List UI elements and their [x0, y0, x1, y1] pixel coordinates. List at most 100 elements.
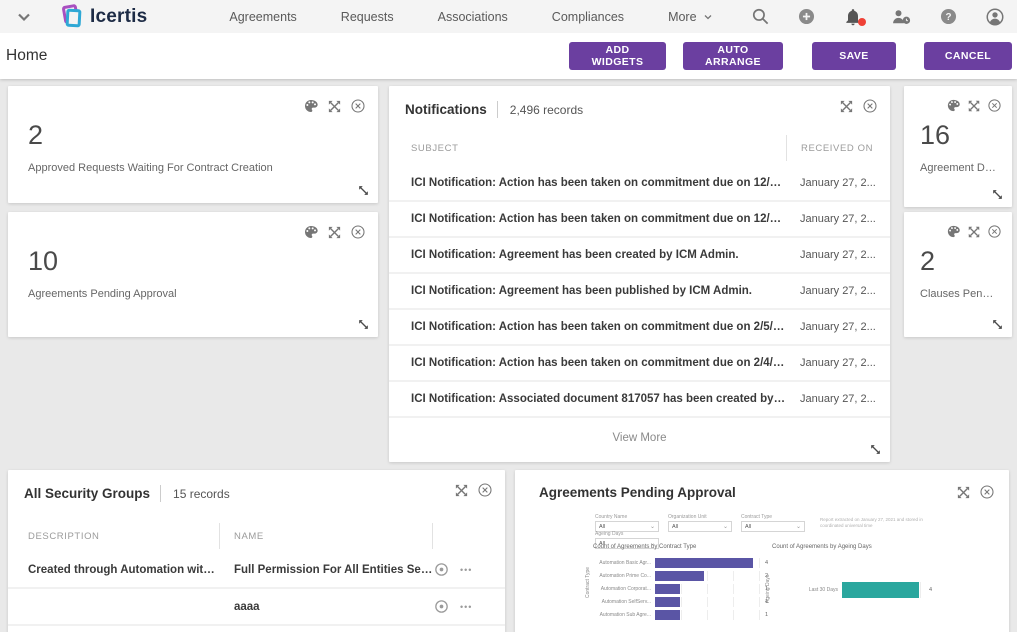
resize-handle-icon[interactable] — [991, 188, 1004, 201]
widget-approved-requests: 2 Approved Requests Waiting For Contract… — [8, 86, 378, 203]
move-icon[interactable] — [967, 99, 981, 113]
palette-icon[interactable] — [303, 98, 319, 114]
kpi-label: Clauses Pendi... — [920, 288, 998, 300]
more-actions-icon[interactable]: ••• — [460, 602, 472, 612]
move-icon[interactable] — [327, 225, 342, 240]
notification-subject: ICI Notification: Agreement has been pub… — [389, 285, 786, 297]
notification-row[interactable]: ICI Notification: Action has been taken … — [389, 310, 890, 346]
move-icon[interactable] — [839, 99, 854, 114]
bar — [655, 584, 680, 594]
bar-category: Automation Basic Agr... — [593, 560, 651, 566]
move-icon[interactable] — [327, 99, 342, 114]
view-more-link[interactable]: View More — [389, 432, 890, 444]
nav-item-associations[interactable]: Associations — [438, 10, 508, 24]
close-icon[interactable] — [477, 482, 493, 498]
slicer-value: All — [745, 524, 751, 530]
view-eye-icon[interactable] — [433, 561, 450, 578]
logo-text: Icertis — [90, 6, 147, 28]
palette-icon[interactable] — [303, 224, 319, 240]
resize-handle-icon[interactable] — [869, 443, 882, 456]
notification-subject: ICI Notification: Action has been taken … — [389, 213, 786, 225]
help-icon[interactable]: ? — [939, 7, 958, 26]
move-icon[interactable] — [454, 483, 469, 498]
notification-row[interactable]: ICI Notification: Agreement has been cre… — [389, 238, 890, 274]
slicer-label: Country Name — [595, 514, 659, 520]
search-icon[interactable] — [751, 7, 770, 26]
bar-row: Automation SelfServ... 1 — [593, 597, 785, 607]
slicer-country-name: Country Name All⌄ — [595, 514, 659, 532]
notification-subject: ICI Notification: Associated document 81… — [389, 393, 786, 405]
notifications-bell-icon[interactable] — [843, 7, 863, 27]
more-actions-icon[interactable]: ••• — [460, 565, 472, 575]
column-header-description: DESCRIPTION — [8, 523, 220, 549]
nav-item-requests[interactable]: Requests — [341, 10, 394, 24]
move-icon[interactable] — [967, 225, 981, 239]
icertis-logo[interactable]: Icertis — [60, 4, 147, 30]
kpi-label: Agreements Pending Approval — [28, 288, 364, 300]
auto-arrange-button[interactable]: AUTO ARRANGE — [683, 42, 783, 70]
close-icon[interactable] — [862, 98, 878, 114]
security-groups-list: Created through Automation with F... Ful… — [8, 552, 505, 626]
close-icon[interactable] — [350, 98, 366, 114]
notification-subject: ICI Notification: Agreement has been cre… — [389, 249, 786, 261]
close-icon[interactable] — [987, 98, 1002, 113]
bar-value: 4 — [929, 587, 932, 593]
nav-item-more[interactable]: More — [668, 10, 713, 24]
profile-icon[interactable] — [985, 7, 1005, 27]
add-widgets-button[interactable]: ADD WIDGETS — [569, 42, 666, 70]
widget-notifications: Notifications 2,496 records SUBJECT RECE… — [389, 86, 890, 462]
header-button-group: ADD WIDGETS AUTO ARRANGE SAVE CANCEL — [569, 42, 1012, 70]
notification-row[interactable]: ICI Notification: Agreement has been pub… — [389, 274, 890, 310]
chevron-down-icon: ⌄ — [723, 524, 728, 530]
nav-item-agreements[interactable]: Agreements — [229, 10, 296, 24]
slicer-dropdown[interactable]: All ⌄ — [741, 521, 805, 532]
title-divider — [160, 485, 161, 502]
row-actions: ••• — [433, 598, 505, 615]
resize-handle-icon[interactable] — [991, 318, 1004, 331]
bar-row: Automation Prime Co... 2 — [593, 571, 785, 581]
y-axis-label: Ageing Days — [765, 575, 771, 603]
cancel-button[interactable]: CANCEL — [924, 42, 1012, 70]
close-icon[interactable] — [350, 224, 366, 240]
close-icon[interactable] — [979, 484, 995, 500]
security-group-row[interactable]: Created through Automation with F... Ful… — [8, 552, 505, 589]
widget-all-security-groups: All Security Groups 15 records DESCRIPTI… — [8, 470, 505, 632]
bar-category: Last 30 Days — [772, 587, 838, 593]
widget-title: All Security Groups — [24, 486, 150, 501]
bar — [655, 571, 704, 581]
view-eye-icon[interactable] — [433, 598, 450, 615]
chart-title: Count of Agreements by Ageing Days — [772, 544, 952, 550]
delegate-user-icon[interactable] — [890, 7, 912, 27]
notification-received-on: January 27, 2... — [786, 357, 890, 369]
resize-handle-icon[interactable] — [357, 184, 370, 197]
palette-icon[interactable] — [946, 98, 961, 113]
bar — [655, 597, 680, 607]
bar-category: Automation SelfServ... — [593, 599, 651, 605]
slicer-label: Organization Unit — [668, 514, 732, 520]
resize-handle-icon[interactable] — [357, 318, 370, 331]
bar-category: Automation Sub Agre... — [593, 612, 651, 618]
close-icon[interactable] — [987, 224, 1002, 239]
palette-icon[interactable] — [946, 224, 961, 239]
records-count: 2,496 records — [510, 103, 583, 117]
slicer-dropdown[interactable]: All⌄ — [668, 521, 732, 532]
save-button[interactable]: SAVE — [812, 42, 896, 70]
move-icon[interactable] — [956, 485, 971, 500]
add-icon[interactable] — [797, 7, 816, 26]
nav-item-compliances[interactable]: Compliances — [552, 10, 624, 24]
page-header: Home ADD WIDGETS AUTO ARRANGE SAVE CANCE… — [0, 33, 1017, 79]
kpi-value: 16 — [920, 120, 950, 151]
notification-badge-dot — [858, 18, 866, 26]
notification-received-on: January 27, 2... — [786, 177, 890, 189]
slicer-value: All — [599, 524, 605, 530]
security-group-row[interactable]: aaaa ••• — [8, 589, 505, 626]
notification-row[interactable]: ICI Notification: Associated document 81… — [389, 382, 890, 418]
column-header-name: NAME — [220, 523, 433, 549]
notification-row[interactable]: ICI Notification: Action has been taken … — [389, 202, 890, 238]
nav-item-more-label: More — [668, 10, 696, 24]
chevron-down-icon: ⌄ — [796, 524, 801, 530]
notification-row[interactable]: ICI Notification: Action has been taken … — [389, 166, 890, 202]
collapse-chevron-down-icon[interactable] — [14, 7, 34, 27]
kpi-label: Approved Requests Waiting For Contract C… — [28, 162, 364, 174]
notification-row[interactable]: ICI Notification: Action has been taken … — [389, 346, 890, 382]
